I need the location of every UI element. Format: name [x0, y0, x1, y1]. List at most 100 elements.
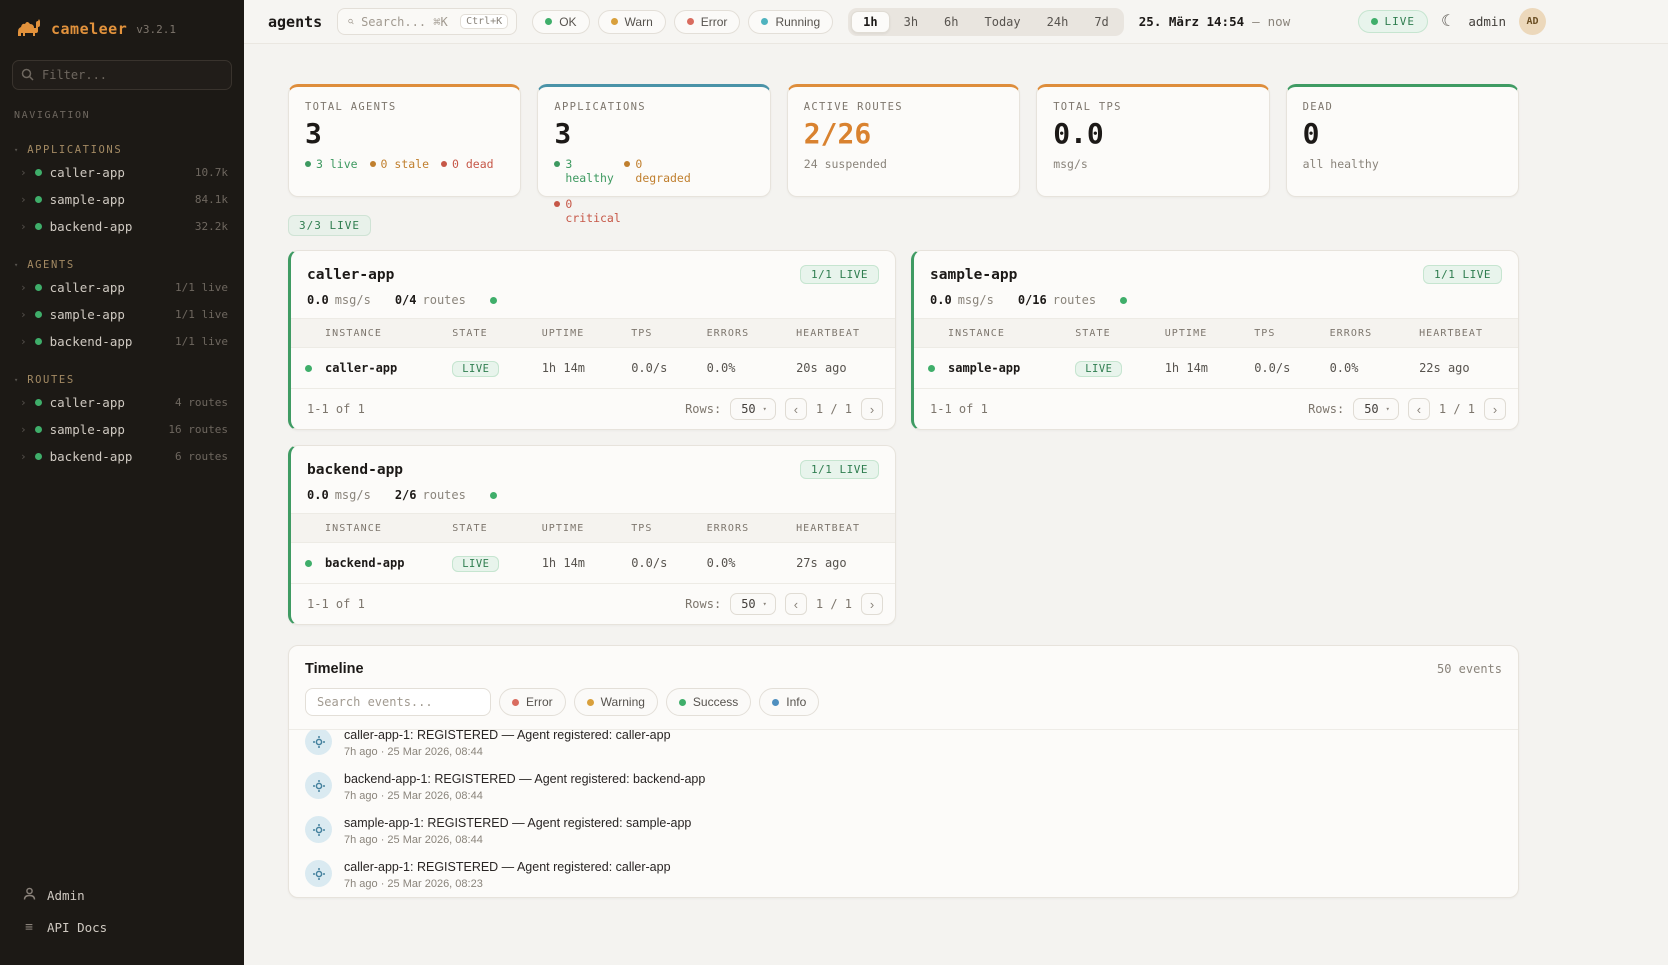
table-row[interactable]: sample-app LIVE 1h 14m 0.0/s 0.0% 22s ag… — [914, 348, 1518, 388]
rows-per-page-select[interactable]: 50▾ — [730, 398, 776, 420]
sidebar-item-label: Admin — [47, 888, 85, 903]
sidebar-item-routes-sample-app[interactable]: › sample-app 16 routes — [0, 416, 244, 443]
instance-cell: backend-app — [325, 556, 452, 570]
timeline-events-list[interactable]: caller-app-1: REGISTERED — Agent registe… — [289, 729, 1518, 897]
topbar-right: LIVE ☾ admin AD — [1358, 8, 1546, 35]
chip-label: Error — [526, 695, 553, 709]
range-button-24h[interactable]: 24h — [1035, 11, 1081, 33]
range-button-3h[interactable]: 3h — [892, 11, 930, 33]
filter-chip-ok[interactable]: OK — [532, 10, 589, 34]
column-header: INSTANCE — [325, 523, 452, 534]
caret-down-icon: ▾ — [14, 376, 18, 384]
sidebar-item-routes-backend-app[interactable]: › backend-app 6 routes — [0, 443, 244, 470]
sidebar-item-agent-sample-app[interactable]: › sample-app 1/1 live — [0, 301, 244, 328]
heartbeat-cell: 20s ago — [796, 361, 895, 375]
sidebar-item-agent-backend-app[interactable]: › backend-app 1/1 live — [0, 328, 244, 355]
section-title: APPLICATIONS — [27, 144, 122, 156]
row-range-label: 1-1 of 1 — [307, 402, 365, 416]
app-stats-line: 0.0msg/s 0/16routes — [914, 293, 1518, 318]
time-range-group: 1h 3h 6h Today 24h 7d — [848, 8, 1124, 36]
sidebar-item-app-backend-app[interactable]: › backend-app 32.2k — [0, 213, 244, 240]
column-header: ERRORS — [1330, 328, 1420, 339]
sidebar-item-api-docs[interactable]: ≡ API Docs — [0, 912, 244, 943]
stat-subtitle: msg/s — [1053, 157, 1252, 171]
status-dot — [490, 492, 497, 499]
stat-label: DEAD — [1303, 101, 1502, 113]
live-summary-pill: 3/3 LIVE — [288, 215, 371, 236]
sidebar-item-app-sample-app[interactable]: › sample-app 84.1k — [0, 186, 244, 213]
filter-chip-error[interactable]: Error — [674, 10, 741, 34]
event-time: 7h ago · 25 Mar 2026, 08:23 — [344, 878, 671, 890]
timeline-event[interactable]: backend-app-1: REGISTERED — Agent regist… — [289, 765, 1518, 809]
tps-value: 0.0 — [930, 293, 952, 307]
sidebar: cameleer v3.2.1 NAVIGATION ▾ APPLICATION… — [0, 0, 244, 965]
status-dot — [35, 169, 42, 176]
status-dot — [35, 453, 42, 460]
status-dot — [305, 161, 311, 167]
range-button-1h[interactable]: 1h — [851, 11, 889, 33]
next-page-button[interactable]: › — [1484, 398, 1506, 420]
stat-label: ACTIVE ROUTES — [804, 101, 1003, 113]
prev-page-button[interactable]: ‹ — [785, 398, 807, 420]
app-version: v3.2.1 — [136, 23, 176, 36]
chevron-right-icon: › — [20, 220, 27, 233]
rows-label: Rows: — [685, 597, 721, 611]
timeline-chip-info[interactable]: Info — [759, 688, 819, 716]
search-input[interactable] — [361, 15, 453, 29]
search-icon — [21, 68, 34, 81]
sidebar-item-badge: 4 routes — [175, 396, 228, 409]
avatar[interactable]: AD — [1519, 8, 1546, 35]
range-button-7d[interactable]: 7d — [1082, 11, 1120, 33]
table-footer: 1-1 of 1 Rows: 50▾ ‹ 1 / 1 › — [914, 388, 1518, 429]
table-row[interactable]: caller-app LIVE 1h 14m 0.0/s 0.0% 20s ag… — [291, 348, 895, 388]
routes-value: 0/16 — [1018, 293, 1047, 307]
next-page-button[interactable]: › — [861, 593, 883, 615]
timeline-event[interactable]: caller-app-1: REGISTERED — Agent registe… — [289, 729, 1518, 765]
chevron-right-icon: › — [20, 166, 27, 179]
section-header-agents[interactable]: ▾ AGENTS — [0, 256, 244, 274]
chip-label: Success — [693, 695, 738, 709]
sidebar-item-label: caller-app — [50, 165, 125, 180]
timeline-event[interactable]: caller-app-1: REGISTERED — Agent registe… — [289, 853, 1518, 897]
next-page-button[interactable]: › — [861, 398, 883, 420]
timeline-chip-success[interactable]: Success — [666, 688, 751, 716]
table-row[interactable]: backend-app LIVE 1h 14m 0.0/s 0.0% 27s a… — [291, 543, 895, 583]
timeline-chip-error[interactable]: Error — [499, 688, 566, 716]
username: admin — [1468, 14, 1506, 29]
theme-toggle-button[interactable]: ☾ — [1441, 14, 1455, 30]
sidebar-item-routes-caller-app[interactable]: › caller-app 4 routes — [0, 389, 244, 416]
status-dot — [772, 699, 779, 706]
status-dot — [35, 338, 42, 345]
sidebar-filter — [12, 60, 232, 90]
rows-per-page-select[interactable]: 50▾ — [730, 593, 776, 615]
prev-page-button[interactable]: ‹ — [785, 593, 807, 615]
stat-subtitle: 24 suspended — [804, 157, 1003, 171]
section-header-routes[interactable]: ▾ ROUTES — [0, 371, 244, 389]
status-dot — [305, 365, 312, 372]
range-button-6h[interactable]: 6h — [932, 11, 970, 33]
section-header-applications[interactable]: ▾ APPLICATIONS — [0, 141, 244, 159]
status-dot — [611, 18, 618, 25]
caret-down-icon: ▾ — [763, 405, 767, 413]
prev-page-button[interactable]: ‹ — [1408, 398, 1430, 420]
timeline-event[interactable]: sample-app-1: REGISTERED — Agent registe… — [289, 809, 1518, 853]
sidebar-footer: Admin ≡ API Docs — [0, 867, 244, 965]
timeline-chip-warning[interactable]: Warning — [574, 688, 658, 716]
event-title: backend-app-1: REGISTERED — Agent regist… — [344, 772, 705, 786]
sidebar-item-app-caller-app[interactable]: › caller-app 10.7k — [0, 159, 244, 186]
section-applications: ▾ APPLICATIONS › caller-app 10.7k › samp… — [0, 141, 244, 240]
filter-chip-warn[interactable]: Warn — [598, 10, 666, 34]
sidebar-item-agent-caller-app[interactable]: › caller-app 1/1 live — [0, 274, 244, 301]
table-header: INSTANCE STATE UPTIME TPS ERRORS HEARTBE… — [291, 318, 895, 348]
range-button-today[interactable]: Today — [973, 11, 1033, 33]
global-search[interactable]: Ctrl+K — [337, 8, 517, 35]
column-header: HEARTBEAT — [796, 523, 895, 534]
timeline-search-input[interactable] — [305, 688, 491, 716]
status-dot — [512, 699, 519, 706]
sidebar-filter-input[interactable] — [12, 60, 232, 90]
filter-chip-running[interactable]: Running — [748, 10, 833, 34]
sidebar-item-admin[interactable]: Admin — [0, 879, 244, 912]
column-header: STATE — [452, 328, 542, 339]
rows-per-page-select[interactable]: 50▾ — [1353, 398, 1399, 420]
app-card-title: sample-app — [930, 267, 1017, 283]
